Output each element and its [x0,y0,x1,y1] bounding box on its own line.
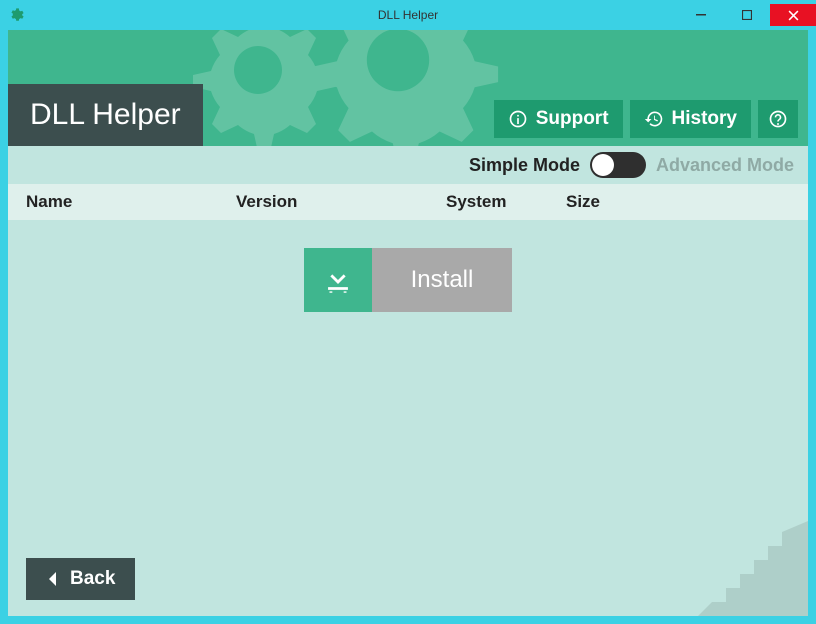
back-label: Back [70,568,115,590]
history-label: History [672,108,737,130]
app-gear-icon [8,7,24,23]
advanced-mode-label: Advanced Mode [656,155,794,176]
column-size: Size [566,192,790,212]
support-button[interactable]: Support [494,100,623,138]
simple-mode-label: Simple Mode [469,155,580,176]
header-bar: DLL Helper Support History [8,30,808,146]
column-header-row: Name Version System Size [8,184,808,220]
help-button[interactable] [758,100,798,138]
help-icon [768,109,788,129]
install-label: Install [372,248,512,312]
mode-toggle[interactable] [590,152,646,178]
watermark-decoration [698,521,808,616]
info-icon [508,109,528,129]
install-button[interactable]: Install [304,248,512,312]
main-window: DLL Helper Support History Simple Mode A… [8,30,808,616]
chevron-left-icon [46,572,60,586]
history-icon [644,109,664,129]
back-button[interactable]: Back [26,558,135,600]
toggle-knob [592,154,614,176]
column-version: Version [236,192,446,212]
mode-toggle-row: Simple Mode Advanced Mode [8,146,808,184]
close-button[interactable] [770,4,816,26]
column-system: System [446,192,566,212]
column-name: Name [26,192,236,212]
maximize-button[interactable] [724,4,770,26]
app-title: DLL Helper [30,98,181,131]
history-button[interactable]: History [630,100,751,138]
download-icon [304,248,372,312]
minimize-button[interactable] [678,4,724,26]
support-label: Support [536,108,609,130]
app-title-box: DLL Helper [8,84,203,146]
title-bar: DLL Helper [0,0,816,30]
